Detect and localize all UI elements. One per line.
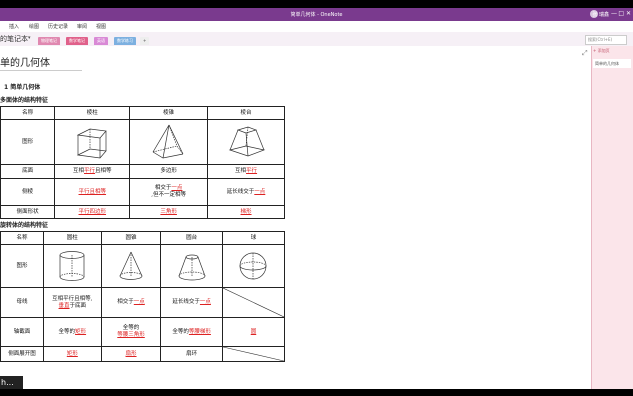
table-header: 球 <box>221 231 286 245</box>
table-cell-empty <box>221 346 286 362</box>
table-header: 圆柱 <box>42 231 102 245</box>
table-header: 名称 <box>0 106 56 120</box>
table-cell: 互相平行且相等 <box>54 164 131 179</box>
row-label: 图形 <box>0 119 56 165</box>
table-cell: 延长线交于一点 <box>207 178 285 206</box>
table-cell: 延长线交于一点 <box>160 287 223 318</box>
table-header: 名称 <box>0 231 44 245</box>
section-tab-physics[interactable]: 物理笔记 <box>38 37 60 45</box>
row-label: 母线 <box>0 287 44 318</box>
tab-draw[interactable]: 绘图 <box>29 23 39 30</box>
table-cell: 扇环 <box>160 346 223 362</box>
user-name[interactable]: 张 瑞鑫 <box>592 11 609 18</box>
window-title: 简单几何体 - OneNote <box>290 12 343 18</box>
tab-view[interactable]: 视图 <box>96 23 106 30</box>
section-tab-math-practice[interactable]: 数学练习 <box>114 37 136 45</box>
table-header: 棱台 <box>207 106 285 120</box>
page-list-item[interactable]: 简单的几何体 <box>593 59 631 68</box>
table-cell: 扇形 <box>100 346 162 362</box>
polyhedra-table: 名称 棱柱 棱锥 棱台 图形 底面 互相平行且相等 多边形 互相平行 侧棱 平行… <box>0 106 285 219</box>
expand-icon[interactable]: ⤢ <box>582 49 588 58</box>
table-cell: 全等的 等腰三角形 <box>100 317 162 347</box>
frustum-of-cone-figure <box>160 244 223 288</box>
table-cell: 相交于一点 <box>100 287 162 318</box>
title-bar: 简单几何体 - OneNote 张 瑞鑫 — □ ✕ <box>0 8 633 21</box>
table-cell: 互相平行 <box>207 164 285 179</box>
table-header: 棱锥 <box>129 106 209 120</box>
table-cell: 三角形 <box>129 205 209 219</box>
heading-rotation-bodies: 旋转体的结构特征 <box>0 222 49 229</box>
frustum-figure <box>207 119 285 165</box>
title-underline <box>0 70 82 71</box>
add-section-button[interactable]: + <box>140 37 150 45</box>
cylinder-figure <box>42 244 102 288</box>
caption-overlay: h... <box>0 376 23 389</box>
row-label: 轴截面 <box>0 317 44 347</box>
cone-figure <box>100 244 162 288</box>
notebook-name[interactable]: 的笔记本 <box>0 34 28 44</box>
add-page-button[interactable]: + 添加页 <box>593 47 631 55</box>
page-list-pane <box>591 46 633 389</box>
bottom-black-bar <box>0 389 633 396</box>
notebook-bar: 的笔记本 ▾ 物理笔记 数学笔记 英语 数学练习 + 搜索(Ctrl+E) <box>0 32 633 47</box>
search-input[interactable]: 搜索(Ctrl+E) <box>585 35 627 45</box>
tab-history[interactable]: 历史记录 <box>48 23 68 30</box>
table-cell-empty <box>221 287 286 318</box>
table-cell: 平行四边形 <box>54 205 131 219</box>
table-cell: 互相平行且相等, 垂直于底面 <box>42 287 102 318</box>
minimize-button[interactable]: — <box>611 10 617 17</box>
close-button[interactable]: ✕ <box>626 10 631 17</box>
tab-review[interactable]: 审阅 <box>77 23 87 30</box>
row-label: 侧面形状 <box>0 205 56 219</box>
table-cell: 全等的矩形 <box>42 317 102 347</box>
tab-insert[interactable]: 插入 <box>9 23 19 30</box>
chevron-down-icon[interactable]: ▾ <box>28 35 31 41</box>
top-black-bar <box>0 0 633 8</box>
rotation-bodies-table: 名称 圆柱 圆锥 圆台 球 图形 母线 互相平行且相等, 垂直于底面 相交于一点… <box>0 231 286 362</box>
heading-section: 1 简单几何体 <box>4 84 41 91</box>
section-tab-english[interactable]: 英语 <box>94 37 108 45</box>
sphere-figure <box>221 244 286 288</box>
section-tab-math[interactable]: 数学笔记 <box>66 37 88 45</box>
pyramid-figure <box>129 119 209 165</box>
table-header: 圆锥 <box>100 231 162 245</box>
table-cell: 多边形 <box>129 164 209 179</box>
table-header: 圆台 <box>160 231 223 245</box>
prism-figure <box>54 119 131 165</box>
row-label: 图形 <box>0 244 44 288</box>
row-label: 侧棱 <box>0 178 56 206</box>
table-cell: 相交于一点 ,但不一定相等 <box>129 178 209 206</box>
table-cell: 矩形 <box>42 346 102 362</box>
table-header: 棱柱 <box>54 106 131 120</box>
heading-polyhedra: 多面体的结构特征 <box>0 97 49 104</box>
row-label: 底面 <box>0 164 56 179</box>
row-label: 侧面展开图 <box>0 346 44 362</box>
table-cell: 梯形 <box>207 205 285 219</box>
page-title: 单的几何体 <box>0 58 50 69</box>
table-cell: 全等的等腰梯形 <box>160 317 223 347</box>
table-cell: 圆 <box>221 317 286 347</box>
maximize-button[interactable]: □ <box>618 10 624 17</box>
table-cell: 平行且相等 <box>54 178 131 206</box>
